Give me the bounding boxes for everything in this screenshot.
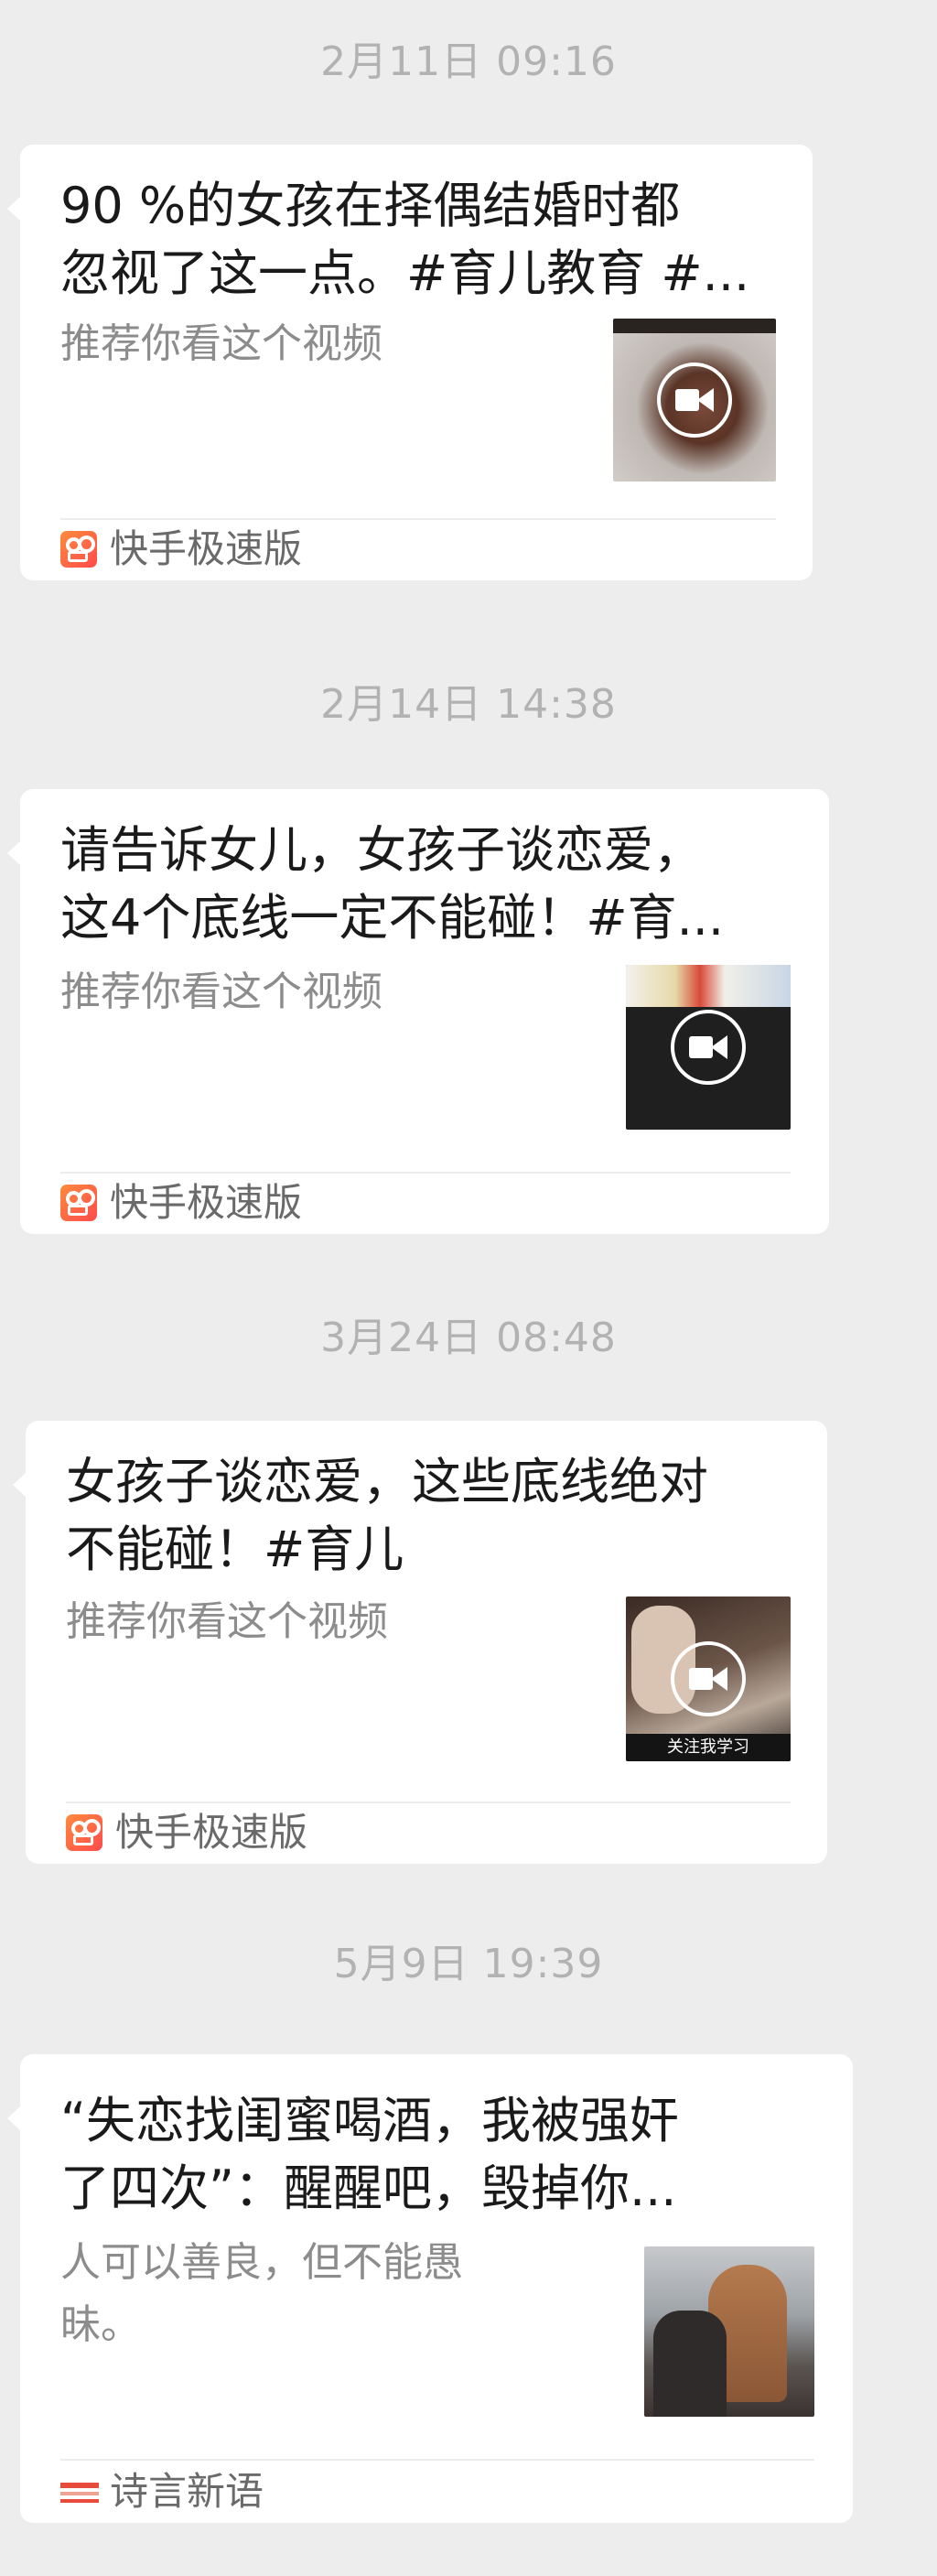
card-title-line: 90 %的女孩在择偶结婚时都 (60, 177, 681, 234)
shared-video-card[interactable]: 女孩子谈恋爱，这些底线绝对 不能碰！#育儿 推荐你看这个视频 关注我学习 快手极… (13, 1421, 827, 1864)
card-title-line: “失恋找闺蜜喝酒，我被强奸 (60, 2092, 679, 2149)
timestamp: 5月9日 19:39 (333, 1941, 604, 1987)
divider (60, 2459, 814, 2461)
card-description: 推荐你看这个视频 (60, 969, 382, 1015)
divider (60, 1172, 791, 1174)
article-thumbnail[interactable] (644, 2246, 814, 2417)
shiyan-xinyu-logo-icon (60, 2477, 99, 2505)
timestamp: 3月24日 08:48 (320, 1315, 617, 1361)
video-thumbnail[interactable] (626, 965, 791, 1130)
thumbnail-figure (653, 2311, 727, 2417)
video-camera-icon (657, 363, 732, 438)
thumbnail-caption: 关注我学习 (626, 1734, 791, 1761)
source-app-name: 快手极速版 (110, 526, 303, 571)
kuaishou-icon (60, 1185, 97, 1221)
card-description: 人可以善良，但不能愚 (60, 2239, 463, 2286)
card-description: 昧。 (60, 2301, 141, 2348)
card-title-line: 这4个底线一定不能碰！#育... (60, 889, 725, 947)
video-camera-icon (671, 1010, 746, 1085)
card-title-line: 请告诉女儿，女孩子谈恋爱， (60, 821, 703, 879)
thumbnail-top-banner (613, 319, 776, 333)
source-app-name: 快手极速版 (115, 1810, 308, 1855)
card-title-line: 了四次”：醒醒吧，毁掉你... (60, 2159, 677, 2217)
card-title-line: 忽视了这一点。#育儿教育 #... (60, 244, 750, 302)
shared-video-card[interactable]: 90 %的女孩在择偶结婚时都 忽视了这一点。#育儿教育 #... 推荐你看这个视… (7, 145, 813, 580)
shared-video-card[interactable]: 请告诉女儿，女孩子谈恋爱， 这4个底线一定不能碰！#育... 推荐你看这个视频 … (7, 789, 829, 1234)
video-thumbnail[interactable]: 关注我学习 (626, 1596, 791, 1761)
divider (66, 1802, 791, 1803)
source-account-name: 诗言新语 (110, 2469, 264, 2514)
timestamp: 2月14日 14:38 (320, 681, 617, 728)
thumbnail-top-image (626, 965, 791, 1007)
card-description: 推荐你看这个视频 (60, 320, 382, 367)
shared-article-card[interactable]: “失恋找闺蜜喝酒，我被强奸 了四次”：醒醒吧，毁掉你... 人可以善良，但不能愚… (7, 2054, 853, 2523)
source-app-name: 快手极速版 (110, 1180, 303, 1225)
video-thumbnail[interactable] (613, 319, 776, 482)
card-title-line: 女孩子谈恋爱，这些底线绝对 (66, 1453, 708, 1510)
card-title-line: 不能碰！#育儿 (66, 1521, 404, 1578)
kuaishou-icon (60, 531, 97, 568)
timestamp: 2月11日 09:16 (320, 38, 617, 85)
card-description: 推荐你看这个视频 (66, 1598, 388, 1645)
video-camera-icon (671, 1641, 746, 1716)
divider (60, 518, 776, 520)
kuaishou-icon (66, 1814, 102, 1851)
